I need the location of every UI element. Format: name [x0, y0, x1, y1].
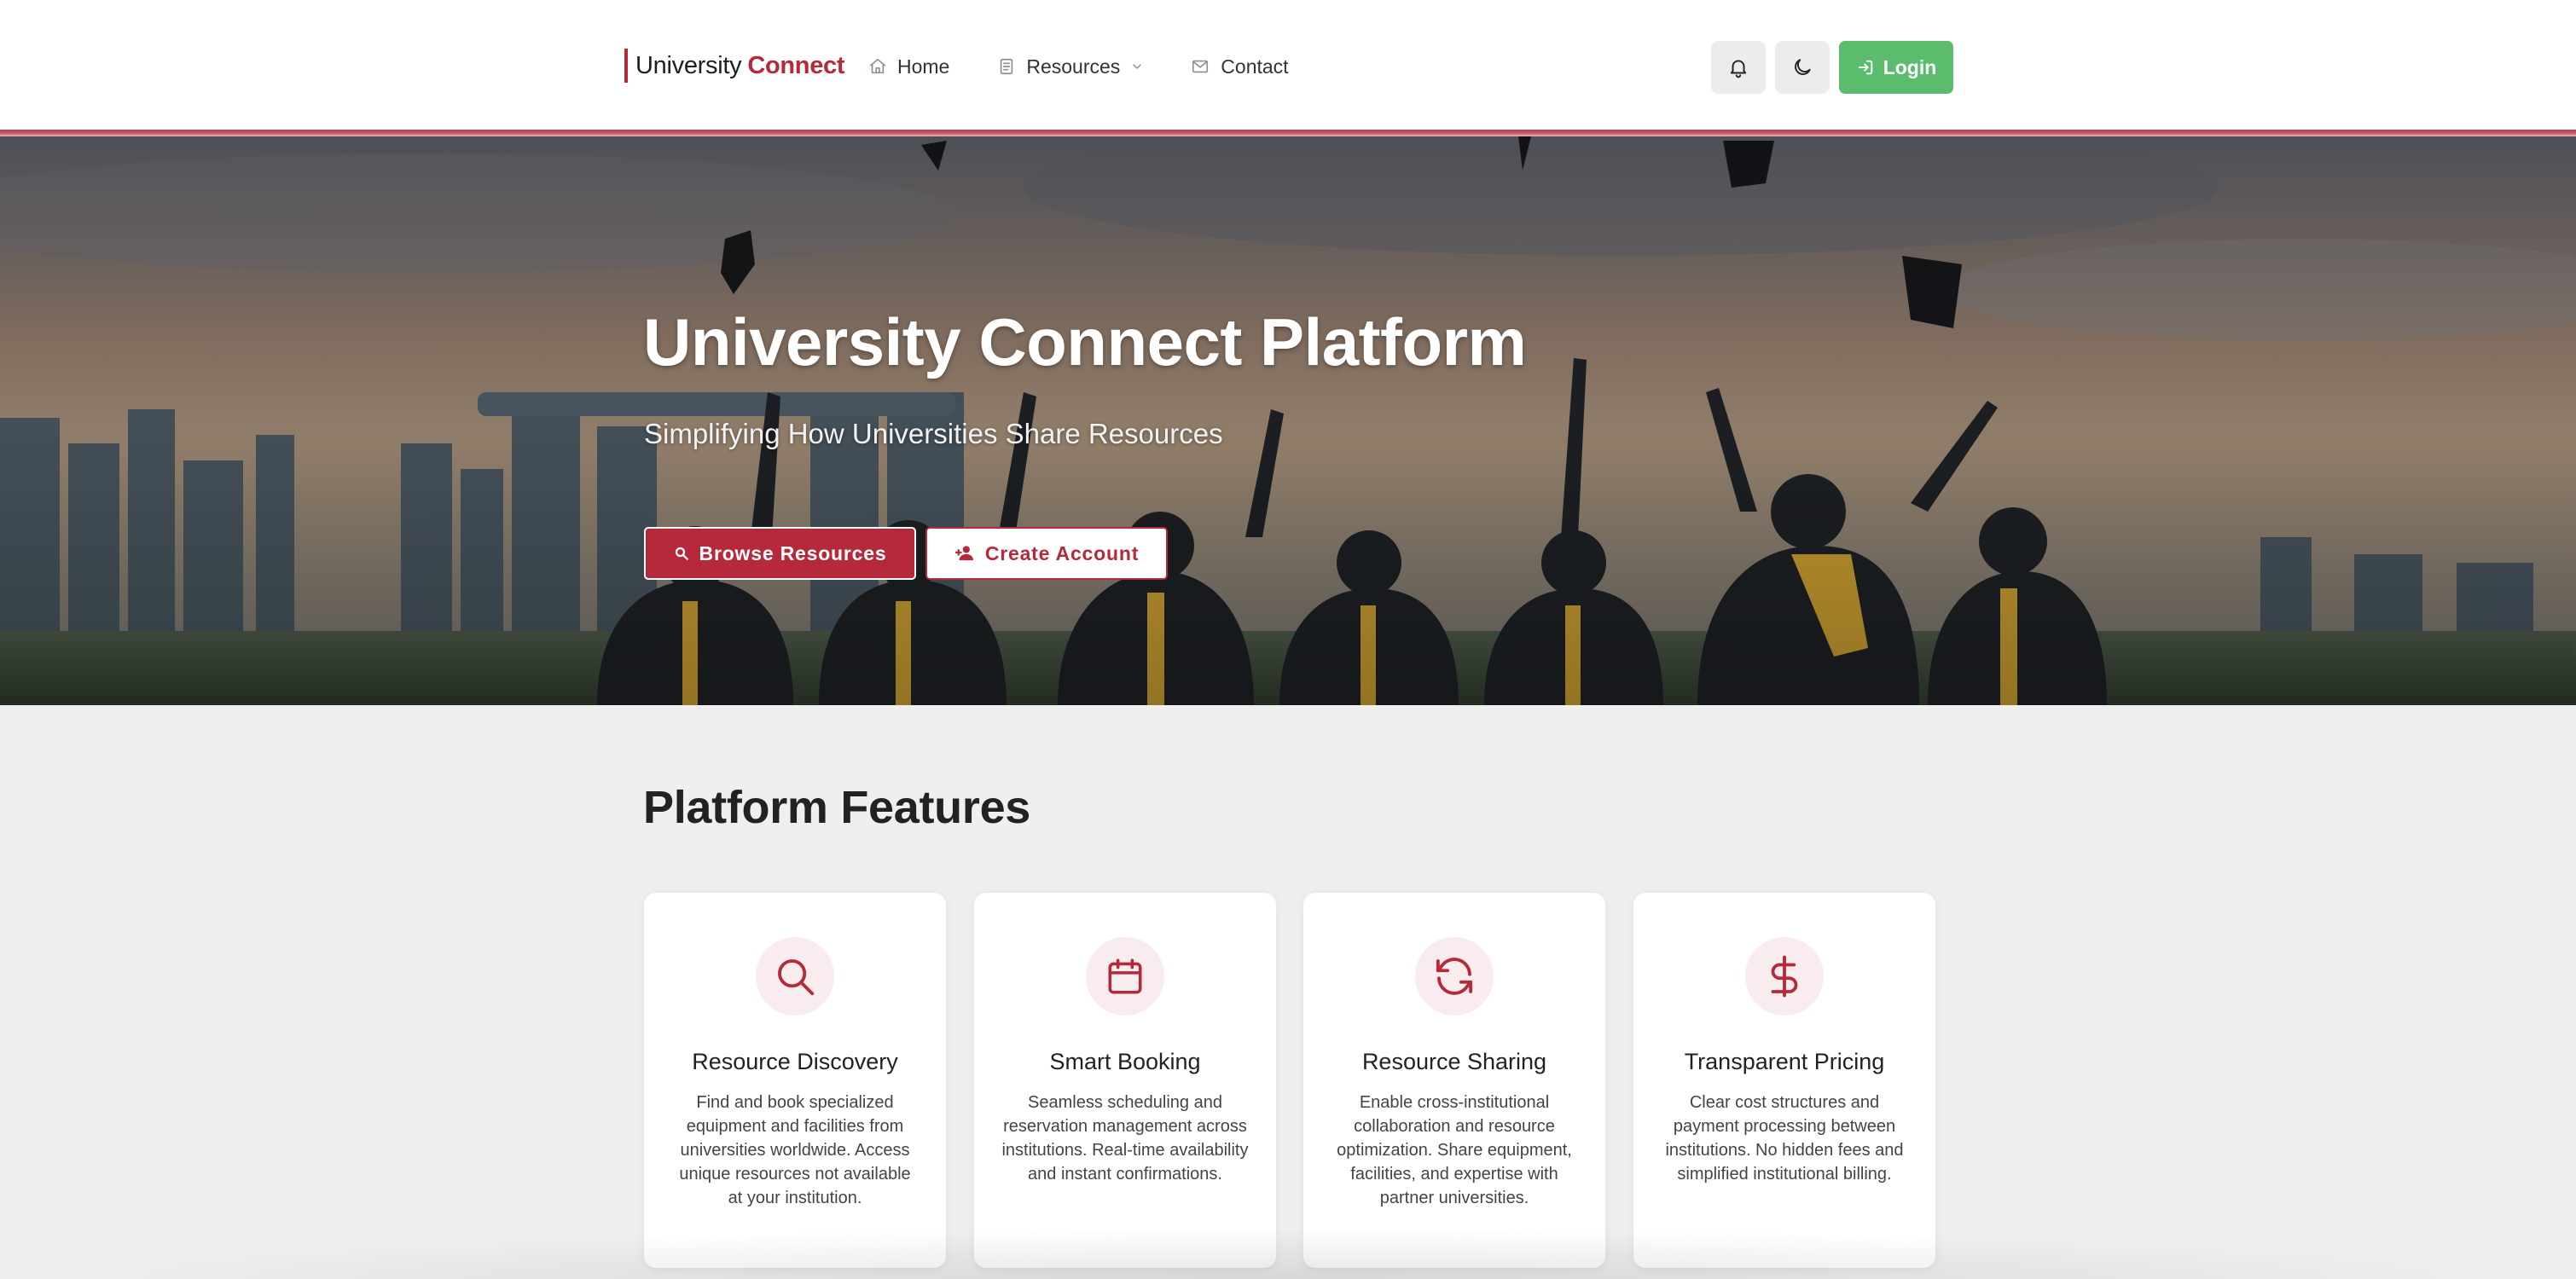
- brand-logo[interactable]: University Connect: [624, 48, 845, 84]
- nav-link-home[interactable]: Home: [868, 49, 949, 84]
- feature-card-resource-sharing: Resource Sharing Enable cross-institutio…: [1303, 893, 1605, 1268]
- mail-icon: [1192, 60, 1209, 73]
- login-button[interactable]: Login: [1839, 41, 1953, 94]
- brand-name-primary: University: [635, 51, 742, 79]
- hero-overlay: [0, 136, 2576, 705]
- add-user-icon: [954, 546, 973, 561]
- search-icon: [778, 959, 815, 996]
- create-account-label: Create Account: [984, 541, 1140, 564]
- document-icon: [1001, 58, 1013, 75]
- feature-description: Enable cross-institutional collaboration…: [1337, 1093, 1572, 1207]
- navbar-accent-stripe: [0, 130, 2576, 136]
- feature-description: Find and book specialized equipment and …: [679, 1093, 911, 1207]
- page-bottom-shadow: [0, 1228, 2576, 1279]
- feature-icon-badge: [756, 937, 834, 1016]
- top-navbar: University Connect Home Resources Contac…: [0, 0, 2576, 130]
- dollar-icon: [1771, 955, 1798, 998]
- feature-title: Resource Sharing: [1361, 1049, 1547, 1074]
- brand-accent-bar: [624, 49, 628, 83]
- feature-icon-badge: [1745, 937, 1824, 1016]
- bell-icon: [1730, 60, 1747, 78]
- login-icon: [1858, 60, 1872, 75]
- nav-link-resources[interactable]: Resources: [997, 49, 1144, 84]
- feature-title: Transparent Pricing: [1684, 1049, 1885, 1074]
- main-nav: Home Resources Contact: [868, 49, 1289, 84]
- feature-card-resource-discovery: Resource Discovery Find and book special…: [644, 893, 946, 1268]
- hero-title: University Connect Platform: [643, 304, 1527, 379]
- nav-link-contact-label: Contact: [1221, 55, 1289, 78]
- notifications-button[interactable]: [1711, 41, 1766, 94]
- feature-description: Seamless scheduling and reservation mana…: [1001, 1093, 1249, 1184]
- features-heading: Platform Features: [643, 782, 1031, 833]
- search-icon: [675, 547, 688, 560]
- refresh-icon: [1436, 958, 1473, 995]
- hero-section: University Connect Platform Simplifying …: [0, 136, 2576, 705]
- feature-description: Clear cost structures and payment proces…: [1665, 1093, 1904, 1184]
- calendar-icon: [1108, 958, 1142, 994]
- nav-link-contact[interactable]: Contact: [1190, 49, 1289, 84]
- chevron-down-icon: [1133, 64, 1142, 69]
- feature-card-transparent-pricing: Transparent Pricing Clear cost structure…: [1633, 893, 1935, 1268]
- theme-toggle-button[interactable]: [1775, 41, 1830, 94]
- feature-card-smart-booking: Smart Booking Seamless scheduling and re…: [974, 893, 1276, 1268]
- nav-link-resources-label: Resources: [1026, 55, 1121, 78]
- login-button-label: Login: [1883, 55, 1937, 78]
- hero-subtitle: Simplifying How Universities Share Resou…: [644, 418, 1223, 449]
- create-account-button[interactable]: Create Account: [925, 527, 1168, 580]
- feature-title: Resource Discovery: [692, 1049, 898, 1074]
- home-icon: [869, 58, 886, 74]
- nav-link-home-label: Home: [897, 55, 950, 78]
- browse-resources-label: Browse Resources: [699, 541, 887, 564]
- feature-title: Smart Booking: [1049, 1049, 1201, 1074]
- feature-icon-badge: [1415, 937, 1494, 1016]
- moon-icon: [1795, 59, 1811, 75]
- browse-resources-button[interactable]: Browse Resources: [644, 527, 916, 580]
- brand-name-accent: Connect: [747, 51, 845, 79]
- feature-icon-badge: [1086, 937, 1164, 1016]
